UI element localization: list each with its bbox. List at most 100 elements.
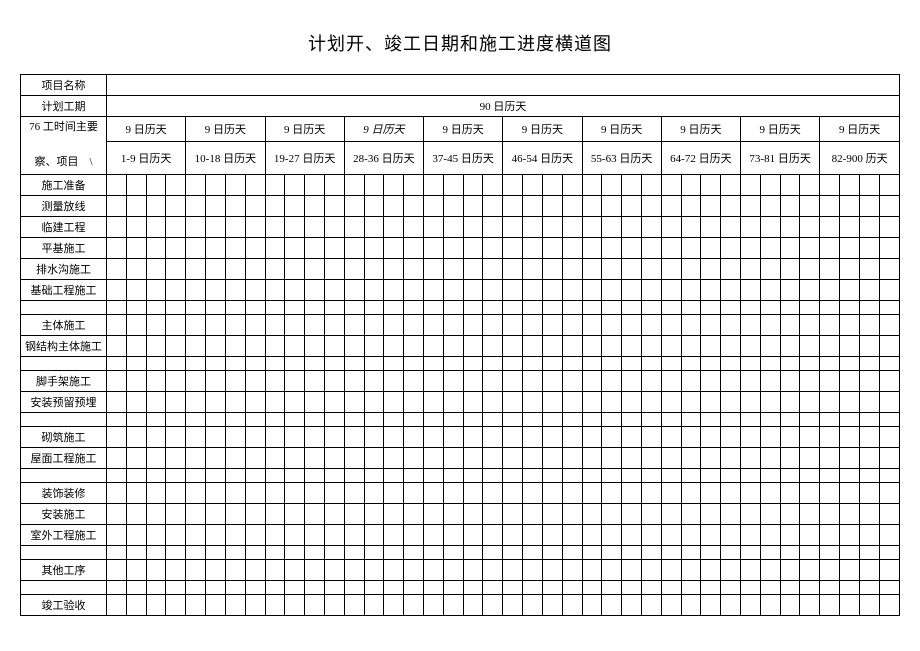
grid-cell [602,195,622,216]
grid-cell [800,447,820,468]
grid-cell [424,216,444,237]
grid-cell [424,300,444,314]
grid-cell [166,594,186,615]
grid-cell [364,580,384,594]
grid-cell [245,468,265,482]
grid-cell [344,559,364,580]
period-bottom-8: 73-81 日历天 [741,142,820,174]
grid-cell [800,594,820,615]
grid-cell [384,580,404,594]
grid-cell [523,503,543,524]
grid-cell [741,503,761,524]
grid-cell [483,174,503,195]
grid-cell [364,447,384,468]
grid-cell [206,314,226,335]
grid-cell [701,391,721,412]
grid-cell [523,482,543,503]
grid-cell [582,300,602,314]
grid-cell [305,559,325,580]
grid-cell [641,559,661,580]
grid-cell [146,524,166,545]
grid-cell [582,356,602,370]
grid-cell [701,580,721,594]
grid-cell [523,174,543,195]
grid-cell [622,258,642,279]
grid-cell [602,412,622,426]
grid-cell [701,412,721,426]
grid-cell [463,412,483,426]
grid-cell [404,314,424,335]
grid-cell [384,594,404,615]
grid-cell [186,545,206,559]
grid-cell [364,174,384,195]
grid-cell [721,174,741,195]
grid-cell [146,195,166,216]
grid-cell [661,237,681,258]
grid-cell [166,426,186,447]
grid-cell [602,356,622,370]
grid-cell [701,300,721,314]
grid-cell [225,447,245,468]
grid-cell [641,468,661,482]
grid-cell [721,545,741,559]
grid-cell [404,174,424,195]
grid-cell [483,468,503,482]
grid-cell [146,503,166,524]
grid-cell [245,258,265,279]
grid-cell [582,426,602,447]
grid-cell [424,482,444,503]
grid-cell [562,370,582,391]
grid-cell [760,545,780,559]
grid-cell [107,314,127,335]
grid-cell [562,216,582,237]
grid-cell [879,370,899,391]
grid-cell [641,412,661,426]
grid-cell [661,356,681,370]
grid-cell [780,447,800,468]
grid-cell [741,300,761,314]
grid-cell [483,335,503,356]
grid-cell [542,580,562,594]
grid-cell [225,412,245,426]
grid-cell [265,258,285,279]
grid-cell [503,426,523,447]
grid-cell [681,279,701,300]
grid-cell [760,258,780,279]
project-name-label: 项目名称 [21,75,107,96]
grid-cell [760,559,780,580]
grid-cell [384,300,404,314]
grid-cell [443,300,463,314]
grid-cell [245,545,265,559]
grid-cell [186,335,206,356]
grid-cell [840,482,860,503]
grid-cell [859,356,879,370]
grid-cell [186,216,206,237]
grid-cell [404,195,424,216]
task-label-8: 钢结构主体施工 [21,335,107,356]
period-bottom-7: 64-72 日历天 [661,142,740,174]
grid-cell [503,237,523,258]
grid-cell [443,503,463,524]
grid-cell [859,412,879,426]
grid-cell [800,216,820,237]
grid-cell [245,412,265,426]
grid-cell [384,447,404,468]
grid-cell [503,447,523,468]
grid-cell [424,545,444,559]
grid-cell [344,447,364,468]
grid-cell [424,412,444,426]
grid-cell [721,559,741,580]
grid-cell [166,300,186,314]
grid-cell [305,335,325,356]
grid-cell [186,237,206,258]
grid-cell [483,258,503,279]
grid-cell [582,174,602,195]
grid-cell [324,524,344,545]
grid-cell [523,356,543,370]
grid-cell [840,545,860,559]
grid-cell [443,174,463,195]
grid-cell [463,370,483,391]
grid-cell [463,482,483,503]
grid-cell [146,482,166,503]
grid-cell [661,335,681,356]
